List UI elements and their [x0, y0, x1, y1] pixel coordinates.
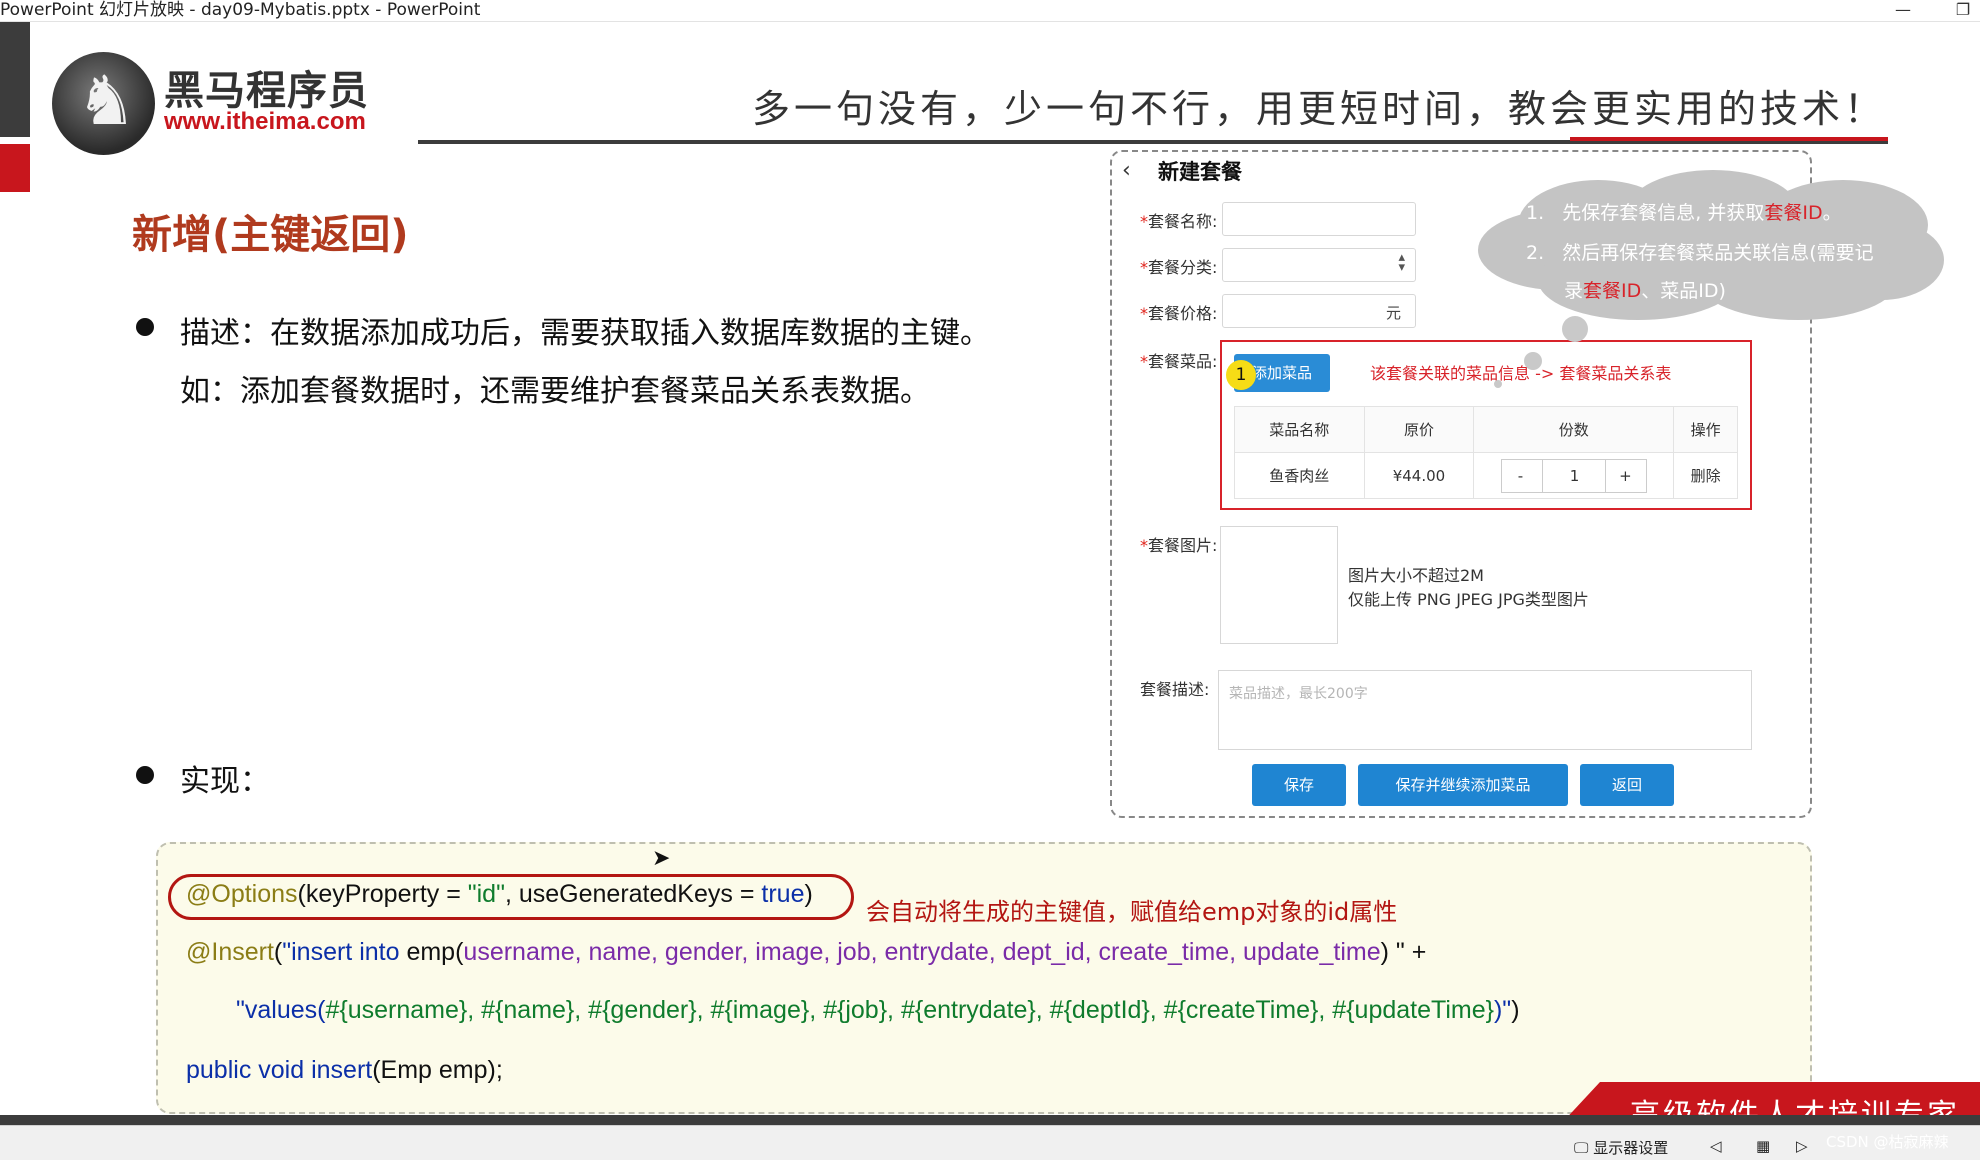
- qty-value: 1: [1569, 466, 1580, 485]
- col-action: 操作: [1673, 406, 1738, 453]
- image-upload-box[interactable]: [1220, 526, 1338, 644]
- code-line-insert: @Insert("insert into emp(username, name,…: [186, 938, 1427, 966]
- cloud-item-2: 2. 然后再保存套餐菜品关联信息(需要记: [1526, 242, 1874, 264]
- image-note-size: 图片大小不超过2M: [1348, 566, 1484, 585]
- presenter-toolbar: 🖵 显示器设置 ◁ ▦ ▷: [0, 1125, 1980, 1160]
- image-note-type: 仅能上传 PNG JPEG JPG类型图片: [1348, 590, 1589, 609]
- name-input[interactable]: [1222, 202, 1416, 236]
- back-chevron-icon[interactable]: ‹: [1122, 158, 1131, 183]
- code-panel: @Options(keyProperty = "id", useGenerate…: [156, 842, 1812, 1114]
- desc-line-2: 如：添加套餐数据时，还需要维护套餐菜品关系表数据。: [180, 374, 930, 409]
- desc-placeholder: 菜品描述，最长200字: [1229, 686, 1368, 702]
- col-price: 原价: [1363, 406, 1475, 453]
- bullet-dot: [136, 766, 154, 784]
- desc-textarea[interactable]: 菜品描述，最长200字: [1218, 670, 1752, 750]
- bullet-dot: [136, 318, 154, 336]
- left-accent-bar: [0, 22, 30, 137]
- cloud-tail-dot: [1494, 380, 1502, 388]
- minimize-icon[interactable]: —: [1890, 0, 1916, 22]
- horse-logo-icon: ♞: [52, 52, 155, 155]
- code-line-values: "values(#{username}, #{name}, #{gender},…: [236, 996, 1520, 1024]
- desc-line-1: 描述：在数据添加成功后，需要获取插入数据库数据的主键。: [180, 316, 990, 351]
- return-button[interactable]: 返回: [1580, 764, 1674, 806]
- next-slide-icon[interactable]: ▷: [1796, 1137, 1808, 1155]
- impl-label: 实现：: [180, 764, 270, 799]
- step-badge: 1: [1226, 360, 1256, 390]
- delete-link[interactable]: 删除: [1673, 452, 1738, 499]
- dishes-highlight-box: 添加菜品 1 该套餐关联的菜品信息 -> 套餐菜品关系表 菜品名称 原价 份数 …: [1220, 340, 1752, 510]
- select-arrows-icon: ▴ ▾: [1398, 250, 1405, 275]
- plus-button[interactable]: +: [1619, 467, 1632, 485]
- image-label: *套餐图片:: [1140, 536, 1218, 555]
- save-continue-button[interactable]: 保存并继续添加菜品: [1358, 764, 1568, 806]
- table-header-row: 菜品名称 原价 份数 操作: [1234, 406, 1738, 453]
- col-dish-name: 菜品名称: [1234, 406, 1365, 453]
- dish-name-cell: 鱼香肉丝: [1234, 452, 1365, 499]
- dish-table: 菜品名称 原价 份数 操作 鱼香肉丝 ¥44.00 - 1 + 删除: [1234, 406, 1738, 499]
- minus-button[interactable]: -: [1518, 467, 1523, 485]
- display-settings-button[interactable]: 🖵 显示器设置: [1574, 1137, 1668, 1158]
- cloud-item-2-cont: 录套餐ID、菜品ID): [1564, 280, 1726, 302]
- form-title: 新建套餐: [1158, 160, 1242, 184]
- save-button[interactable]: 保存: [1252, 764, 1346, 806]
- screen: PowerPoint 幻灯片放映 - day09-Mybatis.pptx - …: [0, 0, 1980, 1160]
- price-input[interactable]: 元: [1222, 294, 1416, 328]
- code-note: 会自动将生成的主键值，赋值给emp对象的id属性: [866, 898, 1398, 926]
- restore-icon[interactable]: ❐: [1950, 0, 1976, 22]
- logo: ♞ 黑马程序员 www.itheima.com: [52, 52, 382, 155]
- category-label: *套餐分类:: [1140, 258, 1218, 277]
- prev-slide-icon[interactable]: ◁: [1710, 1137, 1722, 1155]
- dish-note: 该套餐关联的菜品信息 -> 套餐菜品关系表: [1370, 364, 1672, 383]
- dish-price-cell: ¥44.00: [1363, 452, 1475, 499]
- quantity-stepper[interactable]: - 1 +: [1500, 458, 1647, 493]
- slide-sorter-icon[interactable]: ▦: [1756, 1137, 1770, 1155]
- category-select[interactable]: ▴ ▾: [1222, 248, 1416, 282]
- cloud-callout: 1. 先保存套餐信息, 并获取套餐ID。 2. 然后再保存套餐菜品关联信息(需要…: [1478, 170, 1944, 322]
- footer-bar: [0, 1115, 1980, 1125]
- window-titlebar: PowerPoint 幻灯片放映 - day09-Mybatis.pptx - …: [0, 0, 1980, 22]
- slide-title: 新增(主键返回): [132, 212, 409, 258]
- desc-label: 套餐描述:: [1140, 680, 1210, 699]
- qty-cell: - 1 +: [1473, 452, 1675, 499]
- slide: ♞ 黑马程序员 www.itheima.com 多一句没有，少一句不行，用更短时…: [0, 22, 1980, 1133]
- name-label: *套餐名称:: [1140, 212, 1218, 231]
- col-qty: 份数: [1473, 406, 1675, 453]
- code-line-method: public void insert(Emp emp);: [186, 1056, 503, 1084]
- header-slogan: 多一句没有，少一句不行，用更短时间，教会更实用的技术！: [752, 87, 1887, 131]
- window-title: PowerPoint 幻灯片放映 - day09-Mybatis.pptx - …: [0, 0, 481, 20]
- cloud-tail-dot: [1524, 352, 1542, 370]
- table-row: 鱼香肉丝 ¥44.00 - 1 + 删除: [1234, 452, 1738, 499]
- cloud-item-1: 1. 先保存套餐信息, 并获取套餐ID。: [1526, 202, 1842, 224]
- header-divider-red: [1570, 137, 1888, 141]
- price-unit: 元: [1385, 304, 1401, 322]
- mouse-pointer-icon: ➤: [652, 846, 671, 871]
- price-label: *套餐价格:: [1140, 304, 1218, 323]
- code-line-options: @Options(keyProperty = "id", useGenerate…: [186, 880, 813, 908]
- left-accent-red: [0, 144, 30, 192]
- watermark: CSDN @枯寂麻辣: [1826, 1133, 1949, 1151]
- logo-url: www.itheima.com: [164, 108, 366, 135]
- dishes-label: *套餐菜品:: [1140, 352, 1218, 371]
